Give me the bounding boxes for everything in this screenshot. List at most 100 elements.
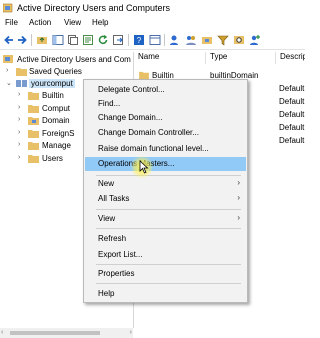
find-icon[interactable] [233, 34, 245, 46]
menu-item-find[interactable]: Find... [85, 97, 246, 111]
menu-item-label: Delegate Control... [98, 85, 165, 94]
menu-view[interactable]: View [64, 18, 81, 27]
folder-icon [28, 155, 39, 163]
tree-item-label: Builtin [42, 91, 64, 100]
column-header-type[interactable]: Type [206, 52, 276, 64]
expand-arrow-icon[interactable]: › [18, 141, 20, 148]
folder-icon [139, 71, 149, 79]
toolbar: ? [0, 31, 305, 50]
menu-item-view[interactable]: View › [85, 212, 246, 226]
menu-item-label: Change Domain... [98, 113, 163, 122]
menu-item-label: Raise domain functional level... [98, 144, 209, 153]
submenu-arrow-icon: › [237, 178, 240, 187]
help-icon[interactable]: ? [133, 34, 145, 46]
export-list-icon[interactable] [112, 34, 124, 46]
mouse-pointer-icon [139, 160, 149, 174]
list-cell-description: Default [279, 84, 305, 93]
menu-separator [96, 264, 241, 265]
tree-item-label: Domain [42, 116, 70, 125]
tree-item-label: yourcomput [29, 79, 75, 88]
expand-arrow-icon[interactable]: › [18, 154, 20, 161]
folder-up-icon[interactable] [36, 34, 48, 46]
column-header-name[interactable]: Name [134, 52, 206, 64]
menu-bar: File Action View Help [0, 16, 305, 30]
tree-item-label: ForeignS [42, 129, 75, 138]
collapse-arrow-icon[interactable]: ⌄ [6, 79, 12, 87]
menu-item-delegate-control[interactable]: Delegate Control... [85, 83, 246, 97]
console-view-icon[interactable] [149, 34, 161, 46]
submenu-arrow-icon: › [237, 193, 240, 202]
submenu-arrow-icon: › [237, 213, 240, 222]
expand-arrow-icon[interactable]: › [6, 67, 8, 74]
add-user-icon[interactable] [169, 34, 181, 46]
list-cell-description: Default [279, 110, 305, 119]
folder-icon [28, 105, 39, 113]
ou-icon [28, 117, 39, 125]
tree-item-label: Manage [42, 141, 71, 150]
menu-help[interactable]: Help [92, 18, 108, 27]
menu-separator [96, 228, 241, 229]
folder-icon [16, 68, 27, 76]
menu-item-properties[interactable]: Properties [85, 267, 246, 281]
menu-item-export-list[interactable]: Export List... [85, 248, 246, 262]
menu-separator [96, 209, 241, 210]
menu-item-help[interactable]: Help [85, 287, 246, 301]
expand-arrow-icon[interactable]: › [18, 91, 20, 98]
copy-icon[interactable] [67, 34, 79, 46]
menu-item-label: Change Domain Controller... [98, 128, 199, 137]
add-ou-icon[interactable] [201, 34, 213, 46]
window-title: Active Directory Users and Computers [17, 3, 171, 13]
refresh-icon[interactable] [97, 34, 109, 46]
tree-item-label: Comput [42, 104, 71, 113]
column-header-description[interactable]: Descrip [276, 52, 305, 64]
scrollbar-thumb[interactable] [10, 331, 100, 335]
menu-item-label: All Tasks [98, 194, 130, 203]
toolbar-separator [31, 34, 32, 46]
scroll-right-icon[interactable]: › [130, 329, 132, 336]
menu-item-all-tasks[interactable]: All Tasks › [85, 192, 246, 206]
menu-item-label: Find... [98, 99, 121, 108]
menu-item-label: Export List... [98, 250, 143, 259]
aduc-app-icon [3, 3, 13, 13]
scroll-left-icon[interactable]: ‹ [1, 329, 3, 336]
svg-text:?: ? [137, 36, 142, 45]
menu-action[interactable]: Action [29, 18, 51, 27]
expand-arrow-icon[interactable]: › [18, 116, 20, 123]
folder-icon [28, 92, 39, 100]
menu-item-new[interactable]: New › [85, 177, 246, 191]
menu-item-change-domain[interactable]: Change Domain... [85, 111, 246, 125]
list-cell-description: Default [279, 136, 305, 145]
forward-arrow-icon[interactable] [16, 34, 28, 46]
menu-item-label: View [98, 214, 116, 223]
menu-item-refresh[interactable]: Refresh [85, 232, 246, 246]
menu-item-raise-functional-level[interactable]: Raise domain functional level... [85, 142, 246, 156]
tree-horizontal-scrollbar[interactable]: ‹ › [0, 328, 133, 338]
menu-file[interactable]: File [5, 18, 18, 27]
menu-item-label: Help [98, 289, 115, 298]
menu-separator [96, 283, 241, 284]
menu-item-change-domain-controller[interactable]: Change Domain Controller... [85, 126, 246, 140]
aduc-root-icon [3, 55, 13, 63]
back-arrow-icon[interactable] [3, 34, 15, 46]
menu-item-label: Properties [98, 269, 135, 278]
tree-item-label: Saved Queries [29, 67, 82, 76]
tree-root[interactable]: Active Directory Users and Com [0, 54, 133, 66]
toolbar-separator [164, 34, 165, 46]
folder-icon [28, 130, 39, 138]
menu-separator [96, 175, 241, 176]
folder-icon [28, 142, 39, 150]
menu-item-operations-masters[interactable]: Operations Masters... [85, 157, 246, 171]
properties-icon[interactable] [82, 34, 94, 46]
domain-icon [16, 80, 27, 87]
add-group-icon[interactable] [185, 34, 197, 46]
menu-item-label: Refresh [98, 234, 127, 243]
console-tree-icon[interactable] [52, 34, 64, 46]
tree-item-saved-queries[interactable]: › Saved Queries [0, 66, 133, 78]
add-to-group-icon[interactable] [249, 34, 261, 46]
filter-icon[interactable] [217, 34, 229, 46]
expand-arrow-icon[interactable]: › [18, 129, 20, 136]
menu-item-label: New [98, 179, 115, 188]
title-bar: Active Directory Users and Computers [0, 0, 305, 16]
context-menu: Delegate Control... Find... Change Domai… [83, 79, 248, 303]
expand-arrow-icon[interactable]: › [18, 104, 20, 111]
